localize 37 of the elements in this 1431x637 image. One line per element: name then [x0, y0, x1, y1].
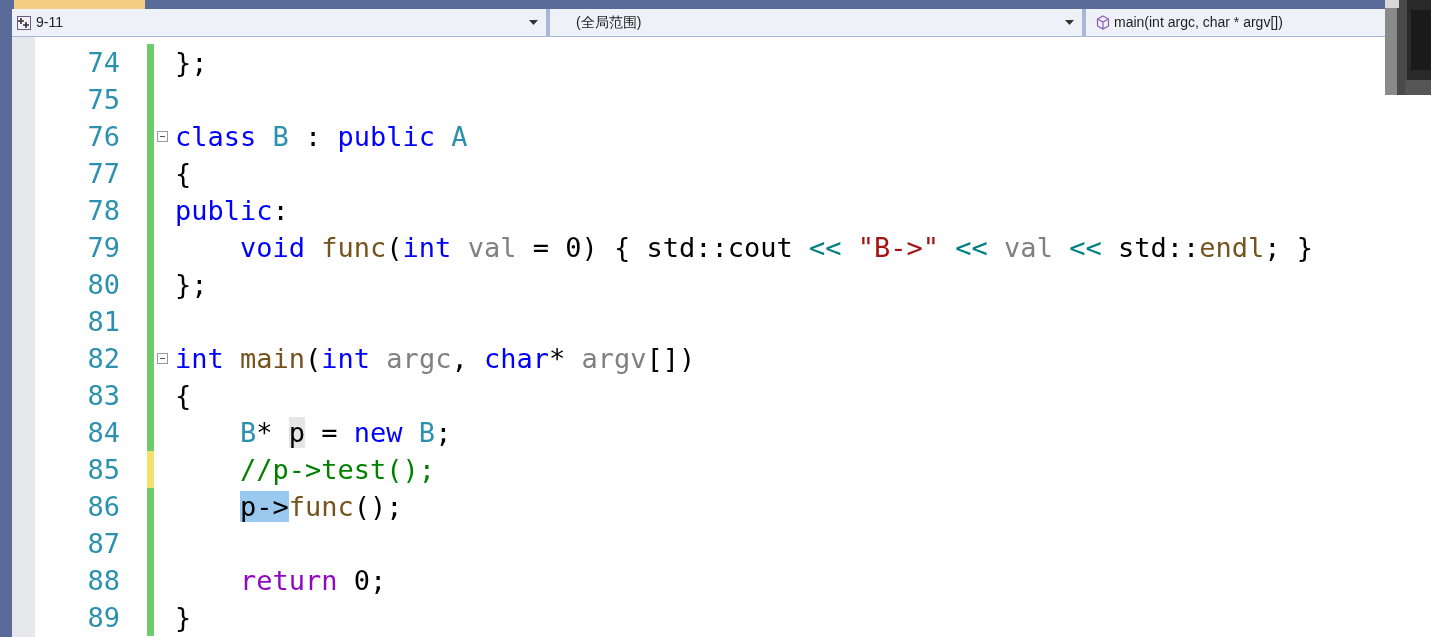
collapse-icon[interactable]	[157, 131, 168, 142]
line-number: 77	[86, 157, 120, 191]
code-line: }	[175, 601, 192, 635]
line-number: 80	[86, 268, 120, 302]
line-number: 89	[86, 601, 120, 635]
line-number: 87	[86, 527, 120, 561]
line-number: 74	[86, 46, 120, 80]
code-line: B* p = new B;	[239, 416, 452, 450]
cube-icon	[1096, 15, 1110, 30]
line-number: 88	[86, 564, 120, 598]
line-number: 86	[86, 490, 120, 524]
project-icon	[16, 14, 32, 31]
code-line: class B : public A	[175, 120, 468, 154]
code-line: {	[175, 157, 192, 191]
code-line: {	[175, 379, 192, 413]
code-line: public:	[175, 194, 289, 228]
caret-icon	[529, 19, 538, 26]
line-number: 85	[86, 453, 120, 487]
line-number: 78	[86, 194, 120, 228]
line-number: 75	[86, 83, 120, 117]
collapse-icon[interactable]	[157, 353, 168, 364]
line-number: 84	[86, 416, 120, 450]
code-line: //p->test();	[239, 453, 436, 487]
code-line: p->func();	[239, 490, 403, 524]
scope-dropdown[interactable]: main(int argc, char * argv[])	[1086, 9, 1385, 36]
line-number: 76	[86, 120, 120, 154]
line-number: 79	[86, 231, 120, 265]
code-line: void func(int val = 0) { std::cout << "B->" << val << std::endl; }	[239, 231, 1314, 265]
line-number: 83	[86, 379, 120, 413]
code-line: return 0;	[239, 564, 387, 598]
scope-dropdown[interactable]: (全局范围)	[550, 9, 1086, 36]
caret-icon	[1065, 19, 1074, 26]
code-line: };	[175, 268, 208, 302]
code-line: };	[175, 46, 208, 80]
line-number: 81	[86, 305, 120, 339]
line-number: 82	[86, 342, 120, 376]
code-line: int main(int argc, char* argv[])	[175, 342, 696, 376]
